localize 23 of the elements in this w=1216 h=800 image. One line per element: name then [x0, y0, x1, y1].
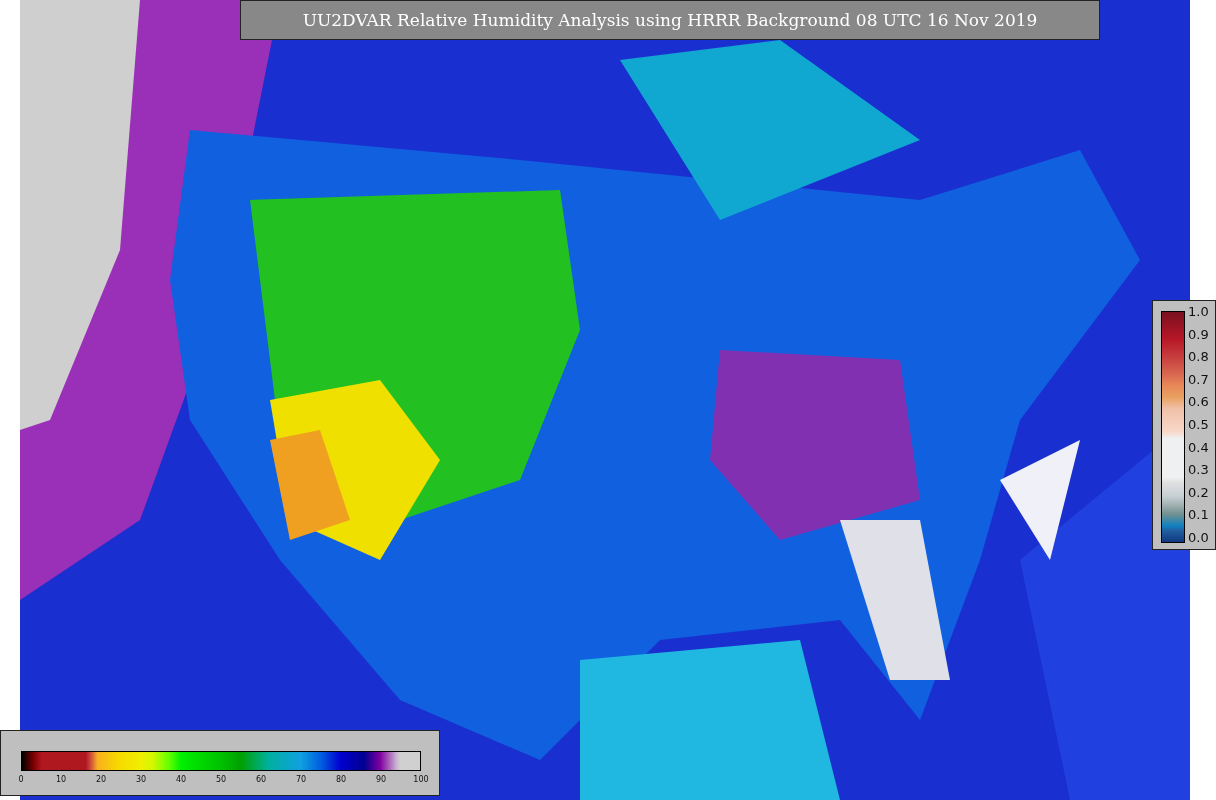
- colorbar-tick-label: 0.2: [1188, 485, 1209, 500]
- colorbar-tick-label: 80: [335, 775, 347, 784]
- colorbar-tick-label: 10: [55, 775, 67, 784]
- colorbar-tick-label: 0.5: [1188, 417, 1209, 432]
- colorbar-tick-label: 0.0: [1188, 530, 1209, 545]
- colorbar-tick-label: 0.7: [1188, 372, 1209, 387]
- colorbar-tick-label: 30: [135, 775, 147, 784]
- colorbar-tick-label: 1.0: [1188, 305, 1209, 319]
- colorbar-tick-label: 100: [413, 775, 429, 784]
- colorbar-tick-label: 40: [175, 775, 187, 784]
- colorbar-tick-label: 90: [375, 775, 387, 784]
- colorbar-tick-label: 0.3: [1188, 463, 1209, 478]
- colorbar-tick-label: 0.1: [1188, 508, 1209, 523]
- colorbar-tick-label: 70: [295, 775, 307, 784]
- colorbar-tick-label: 0.9: [1188, 327, 1209, 342]
- colorbar-tick-label: 0.6: [1188, 395, 1209, 410]
- colorbar-tick-label: 60: [255, 775, 267, 784]
- colorbar-tick-label: 20: [95, 775, 107, 784]
- colorbar-tick-label: 0: [18, 775, 24, 784]
- colorbar-tick-label: 0.8: [1188, 350, 1209, 365]
- map-title: UU2DVAR Relative Humidity Analysis using HRRR Background 08 UTC 16 Nov 2019: [240, 0, 1100, 40]
- colorbar-tick-label: 0.4: [1188, 440, 1209, 455]
- colorbar-tick-label: 50: [215, 775, 227, 784]
